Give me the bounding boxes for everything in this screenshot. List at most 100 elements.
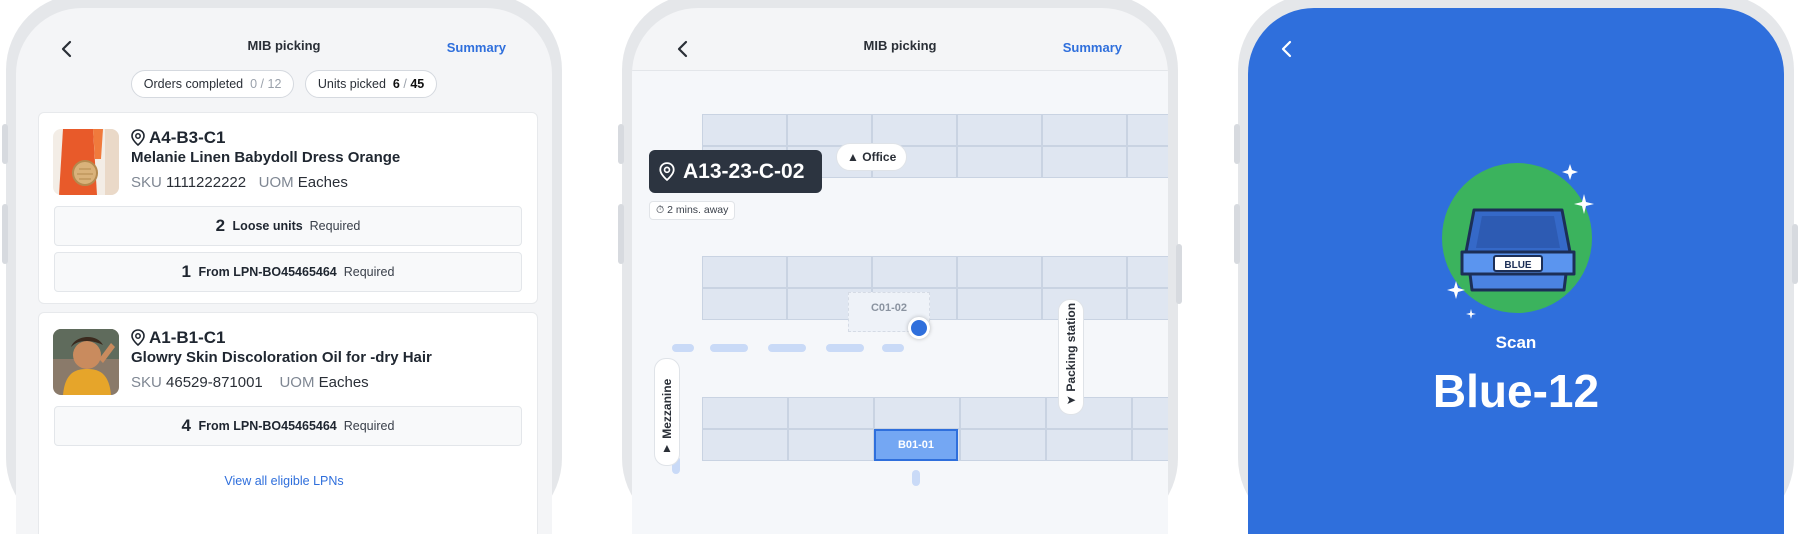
back-arrow-icon[interactable] — [1276, 38, 1298, 60]
summary-link[interactable]: Summary — [447, 40, 506, 55]
location-pin-icon — [131, 129, 145, 147]
requirement-row[interactable]: 2 Loose units Required — [54, 206, 522, 246]
shelf-cell — [702, 114, 787, 146]
route-segment — [882, 344, 904, 352]
phone-side-button — [1234, 124, 1240, 164]
uom-label: UOM — [279, 374, 315, 391]
office-label: Office — [862, 150, 897, 164]
mezzanine-landmark[interactable]: ▲ Mezzanine — [654, 358, 680, 466]
phone-side-button — [1792, 224, 1798, 284]
shelf-cell — [1127, 256, 1168, 288]
eta-text: 2 mins. away — [667, 204, 729, 216]
route-segment — [672, 344, 694, 352]
shelf-cell — [872, 114, 957, 146]
sku-label: SKU — [131, 374, 162, 391]
packing-station-landmark[interactable]: ➤ Packing station — [1058, 299, 1084, 415]
shelf-cell — [957, 256, 1042, 288]
phone-map: MIB picking Summary C01-02 B01-01 A13-23… — [618, 0, 1182, 534]
orders-completed-chip: Orders completed 0 / 12 — [130, 70, 295, 98]
route-segment — [826, 344, 864, 352]
shelf-cell — [1042, 114, 1127, 146]
phone-side-button — [618, 204, 624, 264]
separator: / — [403, 77, 407, 91]
tote-label: BLUE — [1504, 260, 1532, 271]
packing-station-label: Packing station — [1064, 302, 1078, 392]
product-name: Glowry Skin Discoloration Oil for -dry H… — [131, 349, 432, 366]
shelf-cell — [1042, 256, 1127, 288]
shelf-row-c — [702, 256, 1168, 320]
shelf-cell — [957, 114, 1042, 146]
shelf-cell — [1046, 429, 1132, 461]
route-segment — [912, 470, 920, 486]
phone-side-button — [1234, 204, 1240, 264]
shelf-cell — [874, 397, 960, 429]
sku-value: 1111222222 — [166, 174, 247, 191]
eta-badge: ⏱ 2 mins. away — [649, 201, 736, 220]
requirement-status: Required — [309, 219, 361, 233]
pick-item-card[interactable]: A1-B1-C1 Glowry Skin Discoloration Oil f… — [38, 312, 538, 534]
separator: / — [260, 77, 265, 91]
mezzanine-label: Mezzanine — [660, 378, 674, 439]
shelf-cell — [787, 256, 872, 288]
phone-picking-list: MIB picking Summary Orders completed 0 /… — [2, 0, 562, 534]
item-location-code: A4-B3-C1 — [149, 128, 226, 147]
shelf-cell — [872, 256, 957, 288]
shelf-cell — [787, 114, 872, 146]
shelf-cell — [1132, 397, 1168, 429]
shelf-cell — [957, 146, 1042, 178]
summary-link[interactable]: Summary — [1063, 40, 1122, 55]
orders-total-count: 12 — [267, 77, 282, 91]
orders-completed-count: 0 — [250, 77, 258, 91]
current-position-marker — [908, 317, 930, 339]
picking-list-screen: MIB picking Summary Orders completed 0 /… — [16, 8, 552, 534]
scan-target-value: Blue-12 — [1432, 365, 1600, 417]
scan-screen: BLUE Scan Blue-12 — [1248, 8, 1784, 534]
shelf-cell — [960, 397, 1046, 429]
orders-completed-label: Orders completed — [143, 77, 244, 91]
shelf-cell — [1127, 288, 1168, 320]
requirement-count: 2 — [215, 216, 226, 235]
navigation-arrow-icon: ▲ — [847, 150, 859, 164]
route-segment — [710, 344, 748, 352]
requirement-label: From LPN-BO45465464 — [198, 419, 337, 433]
shelf-cell — [788, 429, 874, 461]
uom-label: UOM — [258, 174, 294, 191]
shelf-cell — [702, 429, 788, 461]
shelf-cell — [702, 288, 787, 320]
item-location: A1-B1-C1 — [131, 328, 226, 348]
bin-b01-01-target[interactable]: B01-01 — [874, 429, 958, 461]
product-thumbnail-oil — [53, 329, 119, 395]
item-location-code: A1-B1-C1 — [149, 328, 226, 347]
requirement-row[interactable]: 4 From LPN-BO45465464 Required — [54, 406, 522, 446]
phone-scan: BLUE Scan Blue-12 — [1234, 0, 1798, 534]
shelf-cell — [1127, 146, 1168, 178]
item-location: A4-B3-C1 — [131, 128, 226, 148]
requirement-count: 1 — [181, 262, 192, 281]
shelf-cell — [702, 397, 788, 429]
product-thumbnail-dress — [53, 129, 119, 195]
destination-location-pill: A13-23-C-02 — [649, 150, 822, 193]
phone-side-button — [2, 204, 8, 264]
sku-value: 46529-871001 — [166, 374, 263, 391]
shelf-cell — [1127, 114, 1168, 146]
shelf-cell — [1042, 146, 1127, 178]
phone-side-button — [1176, 244, 1182, 304]
product-name: Melanie Linen Babydoll Dress Orange — [131, 149, 401, 166]
pick-item-card[interactable]: A4-B3-C1 Melanie Linen Babydoll Dress Or… — [38, 112, 538, 304]
units-total-count: 45 — [410, 77, 425, 91]
phone-side-button — [618, 124, 624, 164]
location-pin-icon — [131, 329, 145, 347]
shelf-cell — [1132, 429, 1168, 461]
units-picked-label: Units picked — [317, 77, 386, 91]
uom-value: Eaches — [297, 174, 348, 191]
view-all-lpns-link[interactable]: View all eligible LPNs — [16, 474, 552, 488]
shelf-cell — [788, 397, 874, 429]
navigation-arrow-icon: ➤ — [1065, 392, 1077, 407]
phone-side-button — [2, 124, 8, 164]
units-picked-chip: Units picked 6 / 45 — [304, 70, 438, 98]
requirement-label: From LPN-BO45465464 — [198, 265, 337, 279]
office-landmark[interactable]: ▲ Office — [836, 143, 908, 171]
requirement-row[interactable]: 1 From LPN-BO45465464 Required — [54, 252, 522, 292]
destination-location-code: A13-23-C-02 — [683, 160, 805, 183]
requirement-status: Required — [343, 419, 395, 433]
